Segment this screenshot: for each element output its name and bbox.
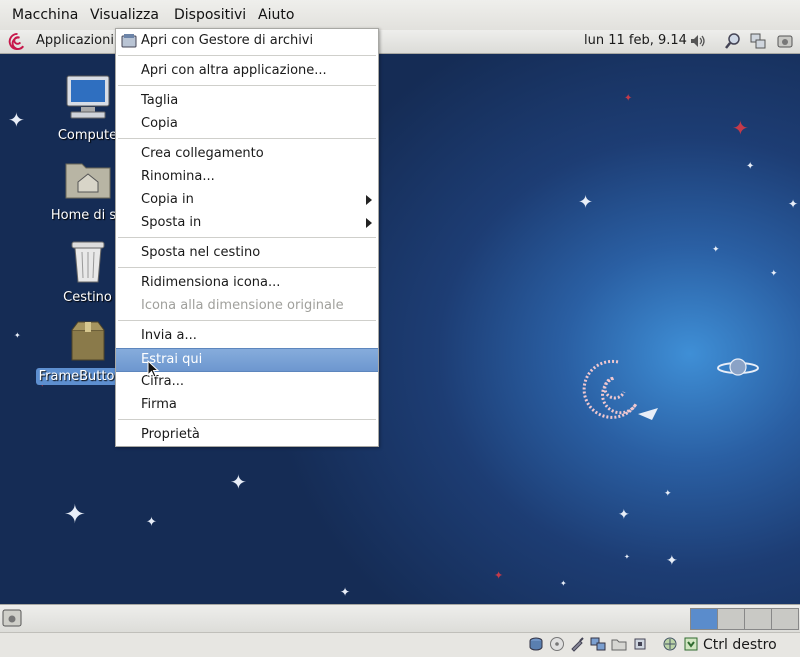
menu-item-cut[interactable]: Taglia [116, 90, 378, 112]
context-menu: Apri con Gestore di archivi Apri con alt… [115, 28, 379, 447]
star: ✦ [732, 116, 749, 140]
star: ✦ [618, 507, 630, 523]
network-adapter-icon[interactable] [590, 636, 606, 652]
menu-item-label: Apri con Gestore di archivi [141, 33, 314, 48]
hard-disk-icon[interactable] [528, 636, 544, 652]
star: ✦ [770, 269, 778, 279]
star: ✦ [146, 515, 157, 530]
menu-item-label: Copia [141, 116, 178, 131]
applications-menu[interactable]: Applicazioni [36, 33, 114, 48]
workspace-2[interactable] [717, 608, 745, 630]
menu-item-label: Proprietà [141, 427, 200, 442]
menu-item-label: Firma [141, 397, 177, 412]
workspace-1[interactable] [690, 608, 718, 630]
menu-item-label: Icona alla dimensione originale [141, 298, 344, 313]
mouse-integration-icon[interactable] [662, 636, 678, 652]
menu-separator [118, 55, 376, 56]
bottom-panel [0, 604, 800, 633]
planet-decoration [717, 358, 759, 376]
star: ✦ [746, 161, 755, 172]
menu-item-properties[interactable]: Proprietà [116, 424, 378, 446]
show-desktop-icon[interactable] [2, 609, 22, 627]
menu-separator [118, 237, 376, 238]
keyboard-capture-icon[interactable] [683, 636, 699, 652]
menu-item-copy-to[interactable]: Copia in [116, 189, 378, 211]
menu-item-label: Ridimensiona icona... [141, 275, 281, 290]
star: ✦ [64, 500, 86, 530]
menu-item-label: Rinomina... [141, 169, 215, 184]
menu-separator [118, 85, 376, 86]
menu-item-rename[interactable]: Rinomina... [116, 166, 378, 188]
screenshot-icon[interactable] [776, 32, 794, 50]
workspace-4[interactable] [771, 608, 799, 630]
star: ✦ [578, 192, 594, 213]
menu-item-label: Copia in [141, 192, 194, 207]
star: ✦ [494, 569, 504, 582]
submenu-arrow-icon [366, 195, 372, 205]
menu-item-label: Crea collegamento [141, 146, 264, 161]
menu-item-move-to-trash[interactable]: Sposta nel cestino [116, 242, 378, 264]
archive-package-icon [71, 321, 104, 361]
menu-visualizza[interactable]: Visualizza [90, 7, 159, 23]
star: ✦ [560, 579, 567, 588]
star: ✦ [230, 470, 247, 494]
star: ✦ [666, 553, 678, 569]
trash-icon [71, 241, 104, 283]
clock[interactable]: lun 11 feb, 9.14 [584, 33, 687, 48]
archive-manager-icon [121, 34, 137, 48]
debian-icon[interactable] [8, 32, 27, 51]
star: ✦ [340, 585, 351, 599]
menu-item-label: Sposta nel cestino [141, 245, 261, 260]
shared-folder-icon[interactable] [611, 636, 627, 652]
menu-item-open-archive-manager[interactable]: Apri con Gestore di archivi [116, 30, 378, 52]
workspace-3[interactable] [744, 608, 772, 630]
star: ✦ [624, 553, 630, 561]
menu-item-send-to[interactable]: Invia a... [116, 325, 378, 347]
menu-separator [118, 419, 376, 420]
menu-dispositivi[interactable]: Dispositivi [174, 7, 246, 23]
search-icon[interactable] [724, 32, 742, 50]
menu-item-copy[interactable]: Copia [116, 113, 378, 135]
menu-item-resize-icon[interactable]: Ridimensiona icona... [116, 272, 378, 294]
mouse-cursor-icon [147, 360, 159, 378]
menu-item-label: Taglia [141, 93, 179, 108]
network-icon[interactable] [749, 32, 767, 50]
star: ✦ [788, 197, 799, 211]
menu-separator [118, 320, 376, 321]
menu-item-label: Sposta in [141, 215, 202, 230]
menu-macchina[interactable]: Macchina [12, 7, 78, 23]
menu-item-label: Apri con altra applicazione... [141, 63, 327, 78]
usb-icon[interactable] [569, 636, 585, 652]
menu-aiuto[interactable]: Aiuto [258, 7, 294, 23]
menu-item-sign[interactable]: Firma [116, 394, 378, 416]
menu-separator [118, 138, 376, 139]
menu-item-label: Invia a... [141, 328, 197, 343]
star: ✦ [712, 245, 720, 255]
menu-separator [118, 267, 376, 268]
star: ✦ [664, 489, 672, 499]
star: ✦ [624, 93, 633, 104]
menu-item-move-to[interactable]: Sposta in [116, 212, 378, 234]
vbox-statusbar: Ctrl destro [0, 632, 800, 657]
submenu-arrow-icon [366, 218, 372, 228]
menu-item-restore-icon-size: Icona alla dimensione originale [116, 295, 378, 317]
cpu-icon[interactable] [632, 636, 648, 652]
volume-icon[interactable] [689, 32, 707, 50]
vbox-menubar: Macchina Visualizza Dispositivi Aiuto [0, 0, 800, 31]
menu-item-open-other-app[interactable]: Apri con altra applicazione... [116, 60, 378, 82]
home-folder-icon [65, 163, 110, 199]
optical-drive-icon[interactable] [549, 636, 565, 652]
debian-swirl-decoration [582, 359, 658, 420]
menu-item-make-link[interactable]: Crea collegamento [116, 143, 378, 165]
host-key-label: Ctrl destro [703, 637, 777, 653]
computer-icon [66, 75, 109, 119]
